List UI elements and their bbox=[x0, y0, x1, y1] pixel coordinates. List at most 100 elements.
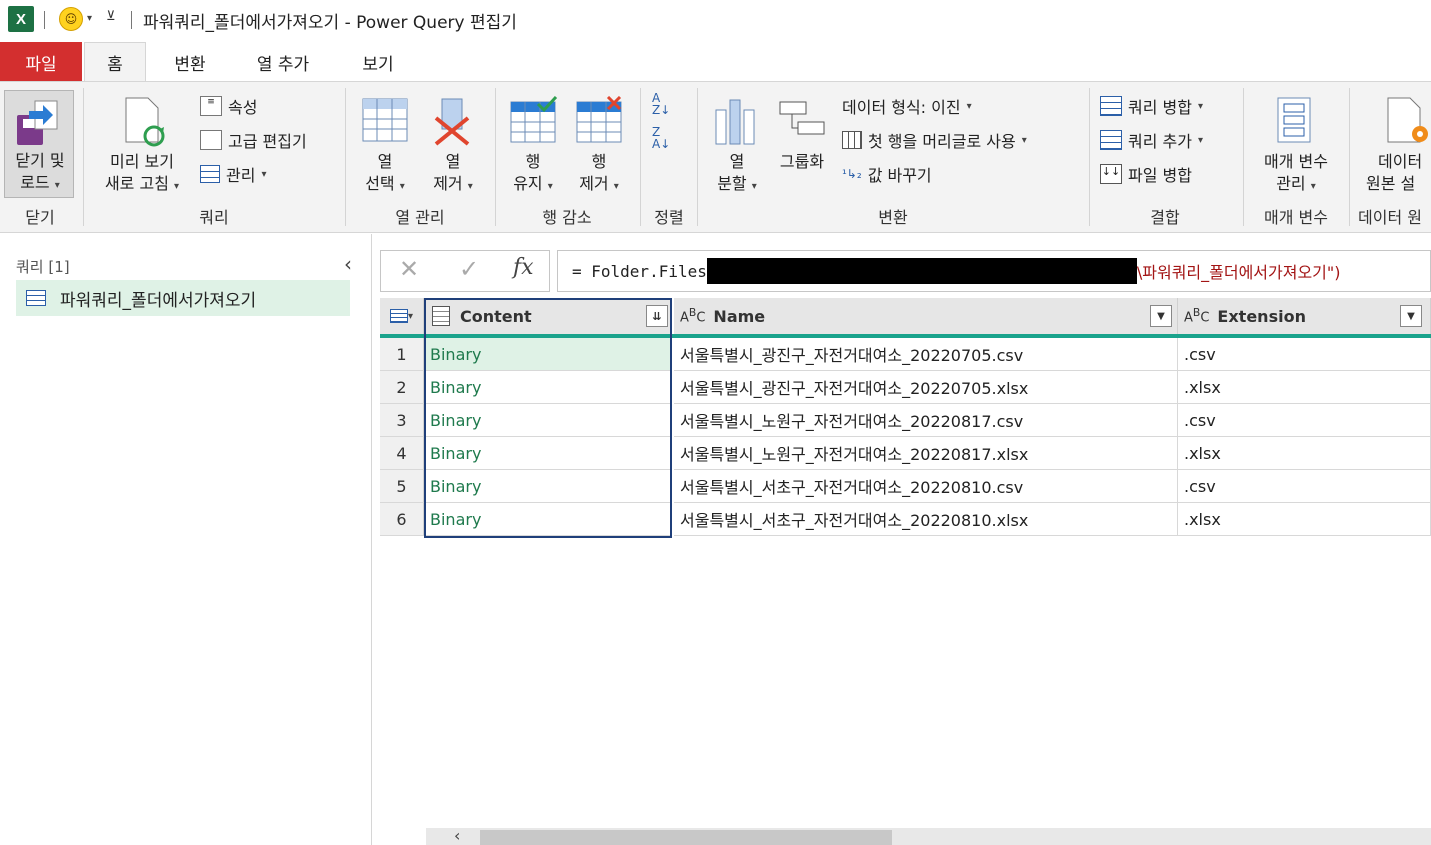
table-icon bbox=[200, 165, 220, 183]
formula-bar[interactable]: = Folder.Files \파워쿼리_폴더에서가져오기") bbox=[557, 250, 1431, 292]
table-row[interactable]: 4 Binary 서울특별시_노원구_자전거대여소_20220817.xlsx .xl… bbox=[380, 437, 1431, 470]
formula-prefix: = Folder.Files bbox=[572, 261, 707, 281]
combine-files-button[interactable]: ↓↓ 파일 병합 bbox=[1100, 162, 1192, 186]
table-row[interactable]: 6 Binary 서울특별시_서초구_자전거대여소_20220810.xlsx .xl… bbox=[380, 503, 1431, 536]
use-first-row-label: 첫 행을 머리글로 사용 bbox=[868, 132, 1016, 151]
queries-header: 쿼리 [1] bbox=[16, 258, 70, 276]
name-cell[interactable]: 서울특별시_노원구_자전거대여소_20220817.csv bbox=[674, 404, 1178, 437]
filter-dropdown-icon[interactable]: ▼ bbox=[1400, 305, 1422, 327]
extension-cell[interactable]: .csv bbox=[1178, 404, 1431, 437]
data-type-dropdown[interactable]: 데이터 형식: 이진 ▾ bbox=[842, 94, 972, 118]
content-cell[interactable]: Binary bbox=[424, 503, 672, 536]
remove-columns-label-1: 열 bbox=[445, 152, 461, 171]
feedback-dropdown-icon[interactable]: ▾ bbox=[87, 13, 92, 24]
extension-cell[interactable]: .csv bbox=[1178, 470, 1431, 503]
table-row[interactable]: 2 Binary 서울특별시_광진구_자전거대여소_20220705.xlsx .xl… bbox=[380, 371, 1431, 404]
expand-binary-icon[interactable]: ⇊ bbox=[646, 305, 668, 327]
content-cell[interactable]: Binary bbox=[424, 404, 672, 437]
group-label-transform: 변환 bbox=[878, 208, 908, 227]
split-column-label-1: 열 bbox=[729, 152, 745, 171]
table-row[interactable]: 5 Binary 서울특별시_서초구_자전거대여소_20220810.csv .csv bbox=[380, 470, 1431, 503]
table-row[interactable]: 3 Binary 서울특별시_노원구_자전거대여소_20220817.csv .csv bbox=[380, 404, 1431, 437]
refresh-icon bbox=[125, 97, 165, 147]
append-queries-button[interactable]: 쿼리 추가 ▾ bbox=[1100, 128, 1203, 152]
scrollbar-thumb[interactable] bbox=[480, 830, 892, 845]
use-first-row-as-headers-button[interactable]: 첫 행을 머리글로 사용 ▾ bbox=[842, 128, 1027, 152]
insert-function-icon[interactable]: fx bbox=[513, 255, 534, 280]
query-item[interactable]: 파워쿼리_폴더에서가져오기 bbox=[16, 280, 350, 316]
row-number[interactable]: 2 bbox=[380, 371, 424, 404]
split-column-button[interactable]: 열 분할 ▾ bbox=[704, 92, 770, 200]
commit-formula-icon[interactable]: ✓ bbox=[459, 255, 479, 283]
name-cell[interactable]: 서울특별시_노원구_자전거대여소_20220817.xlsx bbox=[674, 437, 1178, 470]
horizontal-scrollbar[interactable]: ‹ bbox=[426, 826, 1431, 845]
ribbon-tabs: 파일 홈 변환 열 추가 보기 bbox=[0, 42, 1431, 82]
cancel-formula-icon[interactable]: ✕ bbox=[399, 255, 419, 283]
remove-rows-label-2: 제거 ▾ bbox=[579, 174, 619, 193]
remove-columns-label-2: 제거 ▾ bbox=[433, 174, 473, 193]
refresh-preview-button[interactable]: 미리 보기 새로 고침 ▾ bbox=[92, 92, 192, 200]
extension-cell[interactable]: .csv bbox=[1178, 338, 1431, 371]
manage-button[interactable]: 관리 ▾ bbox=[200, 162, 266, 186]
tab-home[interactable]: 홈 bbox=[84, 42, 146, 82]
name-cell[interactable]: 서울특별시_광진구_자전거대여소_20220705.xlsx bbox=[674, 371, 1178, 404]
remove-rows-icon bbox=[576, 96, 622, 143]
column-header-label: Content bbox=[460, 306, 532, 326]
choose-columns-button[interactable]: 열 선택 ▾ bbox=[352, 92, 418, 200]
properties-button[interactable]: ≡ 속성 bbox=[200, 94, 257, 118]
close-and-load-button[interactable]: 닫기 및 로드 ▾ bbox=[4, 90, 74, 198]
title-separator bbox=[44, 11, 45, 29]
customize-toolbar-icon[interactable]: ⊻ bbox=[106, 9, 116, 24]
table-row[interactable]: 1 Binary 서울특별시_광진구_자전거대여소_20220705.csv .csv bbox=[380, 338, 1431, 371]
merge-queries-label: 쿼리 병합 bbox=[1128, 98, 1192, 117]
merge-queries-button[interactable]: 쿼리 병합 ▾ bbox=[1100, 94, 1203, 118]
table-menu-icon[interactable]: ▾ bbox=[380, 298, 424, 334]
row-number[interactable]: 6 bbox=[380, 503, 424, 536]
group-label-sort: 정렬 bbox=[654, 208, 684, 227]
column-header-extension[interactable]: ABC Extension ▼ bbox=[1178, 298, 1431, 334]
extension-cell[interactable]: .xlsx bbox=[1178, 371, 1431, 404]
remove-rows-button[interactable]: 행 제거 ▾ bbox=[566, 92, 632, 200]
excel-app-icon[interactable]: X bbox=[8, 6, 34, 32]
sort-ascending-button[interactable]: A Z↓ bbox=[652, 92, 688, 122]
manage-parameters-label-2: 관리 ▾ bbox=[1276, 174, 1316, 193]
row-number[interactable]: 5 bbox=[380, 470, 424, 503]
collapse-pane-icon[interactable]: ‹ bbox=[344, 252, 352, 276]
content-cell[interactable]: Binary bbox=[424, 437, 672, 470]
formula-suffix: \파워쿼리_폴더에서가져오기") bbox=[1136, 263, 1341, 282]
column-header-content[interactable]: Content ⇊ bbox=[424, 298, 672, 334]
close-and-load-label-2: 로드 ▾ bbox=[20, 173, 60, 192]
text-type-icon[interactable]: ABC bbox=[680, 306, 705, 325]
name-cell[interactable]: 서울특별시_서초구_자전거대여소_20220810.csv bbox=[674, 470, 1178, 503]
manage-parameters-button[interactable]: 매개 변수 관리 ▾ bbox=[1250, 92, 1342, 200]
name-cell[interactable]: 서울특별시_광진구_자전거대여소_20220705.csv bbox=[674, 338, 1178, 371]
remove-columns-button[interactable]: 열 제거 ▾ bbox=[420, 92, 486, 200]
tab-add-column[interactable]: 열 추가 bbox=[248, 42, 318, 82]
name-cell[interactable]: 서울특별시_서초구_자전거대여소_20220810.xlsx bbox=[674, 503, 1178, 536]
feedback-smiley-icon[interactable]: ☺ bbox=[59, 7, 83, 31]
content-cell[interactable]: Binary bbox=[424, 371, 672, 404]
column-header-name[interactable]: ABC Name ▼ bbox=[674, 298, 1178, 334]
row-number[interactable]: 4 bbox=[380, 437, 424, 470]
close-and-load-icon bbox=[17, 100, 58, 145]
tab-transform[interactable]: 변환 bbox=[165, 42, 215, 82]
replace-values-button[interactable]: ¹↳₂ 값 바꾸기 bbox=[842, 162, 932, 186]
group-by-button[interactable]: 그룹화 bbox=[772, 92, 832, 200]
text-type-icon[interactable]: ABC bbox=[1184, 306, 1209, 325]
keep-rows-button[interactable]: 행 유지 ▾ bbox=[500, 92, 566, 200]
data-source-settings-button[interactable]: 데이터 원본 설 bbox=[1356, 92, 1431, 200]
content-cell[interactable]: Binary bbox=[424, 338, 672, 371]
sort-descending-button[interactable]: Z A↓ bbox=[652, 126, 688, 156]
row-number[interactable]: 1 bbox=[380, 338, 424, 371]
group-by-label: 그룹화 bbox=[779, 152, 825, 171]
row-number[interactable]: 3 bbox=[380, 404, 424, 437]
extension-cell[interactable]: .xlsx bbox=[1178, 437, 1431, 470]
advanced-editor-button[interactable]: 고급 편집기 bbox=[200, 128, 307, 152]
content-cell[interactable]: Binary bbox=[424, 470, 672, 503]
extension-cell[interactable]: .xlsx bbox=[1178, 503, 1431, 536]
close-and-load-label-1: 닫기 및 bbox=[15, 151, 65, 170]
tab-file[interactable]: 파일 bbox=[0, 42, 82, 82]
filter-dropdown-icon[interactable]: ▼ bbox=[1150, 305, 1172, 327]
scroll-left-icon[interactable]: ‹ bbox=[454, 826, 460, 845]
tab-view[interactable]: 보기 bbox=[355, 42, 401, 82]
